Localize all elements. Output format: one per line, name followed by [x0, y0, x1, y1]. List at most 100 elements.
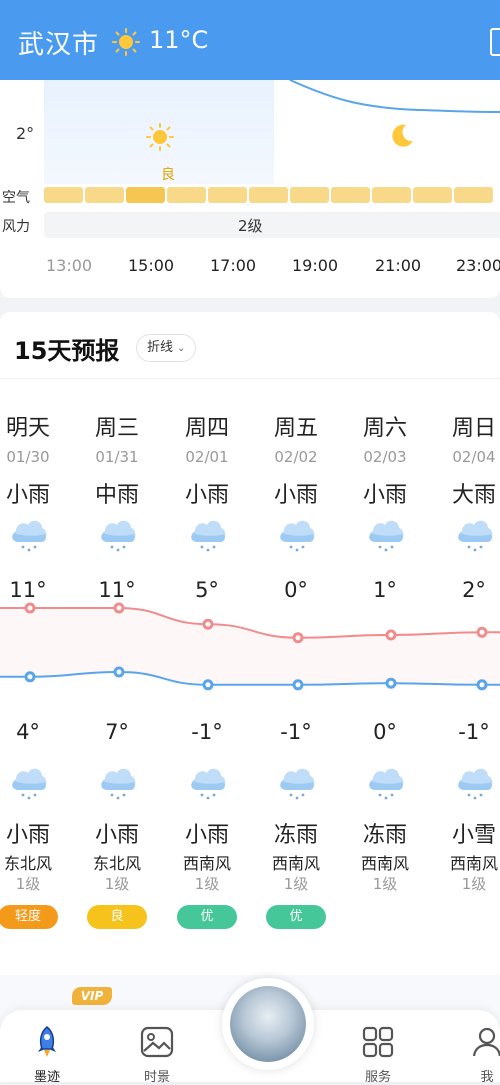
day-weather: 小雨 — [273, 483, 318, 508]
aqi-badge: 轻度 — [0, 905, 58, 929]
day-date: 02/02 — [274, 448, 318, 466]
air-row-label: 空气 — [2, 190, 30, 206]
tab-label: 我 — [480, 1070, 494, 1085]
night-weather: 小雨 — [5, 823, 50, 848]
high-temp-point — [292, 632, 304, 644]
wind-level: 1级 — [372, 875, 398, 893]
day-date: 02/01 — [185, 448, 229, 466]
day-weather: 大雨 — [451, 483, 496, 508]
hour-label: 23:00 — [456, 256, 500, 275]
hourly-wind-bar: 2级 — [44, 212, 500, 238]
low-temp-point — [24, 671, 36, 683]
low-temp: 4° — [16, 720, 40, 744]
hourly-temp-axis-label: 2° — [16, 124, 35, 143]
low-temp-point — [113, 666, 125, 678]
aqi-badge: 良 — [87, 905, 147, 929]
low-temp: -1° — [280, 720, 312, 744]
grid-icon — [362, 1026, 394, 1058]
day-date: 02/03 — [363, 448, 407, 466]
hourly-wind-value: 2级 — [238, 217, 263, 235]
tab-label: 服务 — [364, 1070, 391, 1085]
day-name: 周六 — [362, 416, 407, 441]
current-temperature: 11°C — [149, 26, 209, 54]
hourly-aqi-label: 良 — [161, 167, 175, 183]
day-name: 明天 — [5, 416, 50, 441]
tab-me[interactable]: 我 — [452, 1024, 500, 1085]
day-weather: 小雨 — [362, 483, 407, 508]
app-header: 武汉市 11°C — [0, 0, 500, 80]
chart-mode-dropdown[interactable]: 折线 ⌄ — [136, 334, 197, 362]
city-name[interactable]: 武汉市 — [18, 24, 99, 61]
sun-icon — [112, 28, 140, 56]
share-icon[interactable] — [490, 28, 500, 56]
chevron-down-icon: ⌄ — [177, 343, 186, 354]
tab-label: 时景 — [143, 1070, 170, 1085]
tab-services[interactable]: 服务 — [343, 1024, 413, 1085]
wind-row-label: 风力 — [2, 219, 30, 235]
rain-cloud-icon — [12, 520, 47, 552]
vip-badge: VIP — [72, 987, 112, 1005]
moon-icon — [392, 124, 413, 147]
hour-label: 17:00 — [210, 256, 257, 275]
hourly-forecast-card: 2° 良 空气 风力 2级 13:00 15:00 17:00 19:00 21… — [0, 80, 500, 298]
hourly-aqi-strip — [44, 187, 500, 203]
low-temp-point — [292, 679, 304, 691]
low-temp: 0° — [373, 720, 397, 744]
night-weather: 冻雨 — [362, 823, 407, 848]
wind-level: 1级 — [194, 875, 220, 893]
high-temp-point — [202, 618, 214, 630]
day-date: 01/30 — [6, 448, 50, 466]
day-name: 周三 — [94, 416, 139, 441]
rocket-icon — [38, 1026, 56, 1057]
rain-cloud-icon — [369, 520, 404, 552]
wind-level: 1级 — [15, 875, 41, 893]
day-weather: 小雨 — [5, 483, 50, 508]
low-temp-point — [476, 679, 488, 691]
sky-photo-button[interactable] — [222, 978, 314, 1070]
high-temp-point — [385, 629, 397, 641]
hour-label: 13:00 — [46, 256, 93, 275]
rain-cloud-icon — [280, 520, 315, 552]
night-weather: 小雪 — [451, 823, 496, 848]
day-date: 01/31 — [95, 448, 139, 466]
wind-direction: 西南风 — [182, 854, 231, 873]
user-icon — [472, 1027, 500, 1057]
tab-label: 墨迹 — [33, 1070, 60, 1085]
hourly-time-axis: 13:00 15:00 17:00 19:00 21:00 23:00 — [0, 256, 500, 280]
low-temp: 7° — [105, 720, 129, 744]
wind-level: 1级 — [104, 875, 130, 893]
hour-label: 19:00 — [292, 256, 339, 275]
low-temp: -1° — [458, 720, 490, 744]
wind-direction: 西南风 — [271, 854, 320, 873]
hour-label: 15:00 — [128, 256, 175, 275]
rain-cloud-icon — [101, 520, 136, 552]
temperature-trend-chart — [0, 602, 500, 691]
wind-direction: 东北风 — [3, 854, 52, 873]
day-weather: 小雨 — [184, 483, 229, 508]
rain-cloud-icon — [191, 520, 226, 552]
wind-level: 1级 — [461, 875, 487, 893]
day-name: 周五 — [273, 416, 318, 441]
low-temp: -1° — [191, 720, 223, 744]
tab-moji[interactable]: 墨迹 — [12, 1024, 82, 1085]
high-temp-point — [113, 602, 125, 614]
low-temp-point — [202, 679, 214, 691]
wind-direction: 西南风 — [449, 854, 498, 873]
aqi-badge: 优 — [177, 905, 237, 929]
rain-cloud-icon — [458, 768, 493, 800]
rain-cloud-icon — [280, 768, 315, 800]
night-weather: 冻雨 — [273, 823, 318, 848]
day-name: 周四 — [184, 416, 229, 441]
wind-level: 1级 — [283, 875, 309, 893]
rain-cloud-icon — [12, 768, 47, 800]
fifteen-day-forecast-card: 15天预报 折线 ⌄ 明天 01/30 小雨 11° 4° 小雨 东北风 1级 轻… — [0, 312, 500, 982]
low-temp-point — [385, 677, 397, 689]
tab-scenery[interactable]: 时景 — [122, 1024, 192, 1085]
rain-cloud-icon — [101, 768, 136, 800]
divider — [0, 378, 500, 379]
chart-mode-label: 折线 — [147, 340, 174, 355]
hour-label: 21:00 — [375, 256, 422, 275]
rain-cloud-icon — [369, 768, 404, 800]
night-weather: 小雨 — [184, 823, 229, 848]
hourly-temp-curve — [289, 80, 500, 113]
